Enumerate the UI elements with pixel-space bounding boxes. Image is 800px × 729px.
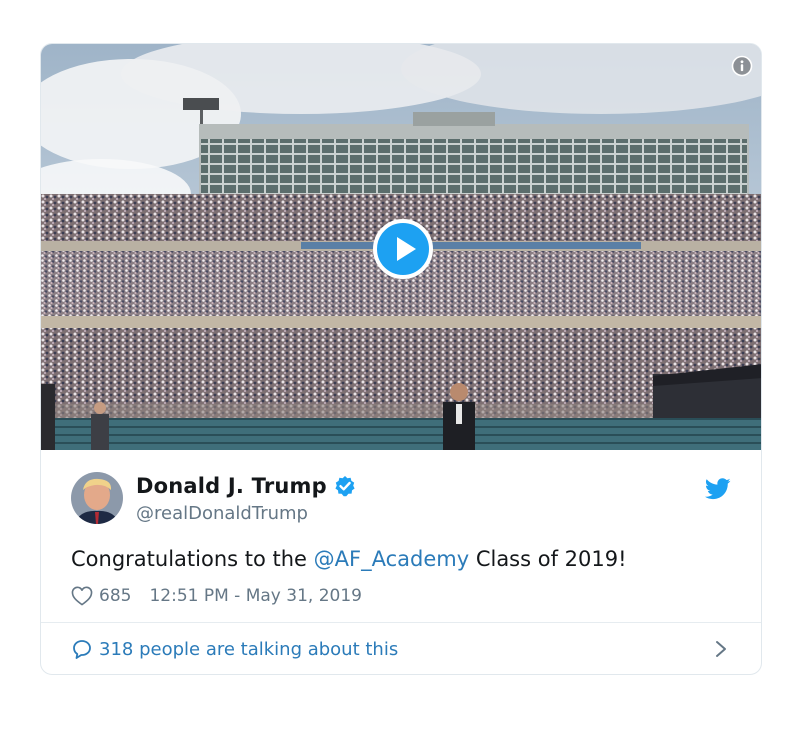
play-icon[interactable] bbox=[373, 219, 433, 279]
profile-photo bbox=[71, 472, 123, 524]
heart-icon[interactable] bbox=[71, 586, 93, 606]
video-thumbnail[interactable] bbox=[41, 44, 761, 450]
tweet-meta-row: 685 12:51 PM - May 31, 2019 bbox=[71, 586, 362, 606]
timestamp[interactable]: 12:51 PM - May 31, 2019 bbox=[149, 586, 362, 606]
tweet-body: Donald J. Trump @realDonaldTrump Congrat… bbox=[41, 450, 761, 623]
talking-count-label[interactable]: 318 people are talking about this bbox=[99, 639, 398, 660]
like-count[interactable]: 685 bbox=[99, 586, 131, 606]
conversation-link[interactable]: 318 people are talking about this bbox=[41, 623, 761, 674]
speech-bubble-icon bbox=[73, 640, 91, 659]
verified-badge-icon bbox=[335, 476, 355, 497]
tweet-text: Congratulations to the @AF_Academy Class… bbox=[71, 547, 627, 571]
avatar[interactable] bbox=[71, 472, 123, 524]
mention-link[interactable]: @AF_Academy bbox=[314, 547, 470, 571]
author-row[interactable]: Donald J. Trump bbox=[136, 474, 356, 498]
tweet-text-suffix: Class of 2019! bbox=[469, 547, 627, 571]
tweet-embed-card: Donald J. Trump @realDonaldTrump Congrat… bbox=[40, 43, 762, 675]
author-handle[interactable]: @realDonaldTrump bbox=[136, 503, 308, 524]
author-name[interactable]: Donald J. Trump bbox=[136, 474, 327, 498]
twitter-bird-icon[interactable] bbox=[705, 478, 731, 500]
chevron-right-icon[interactable] bbox=[715, 640, 727, 658]
info-icon[interactable] bbox=[731, 55, 753, 77]
tweet-text-prefix: Congratulations to the bbox=[71, 547, 314, 571]
